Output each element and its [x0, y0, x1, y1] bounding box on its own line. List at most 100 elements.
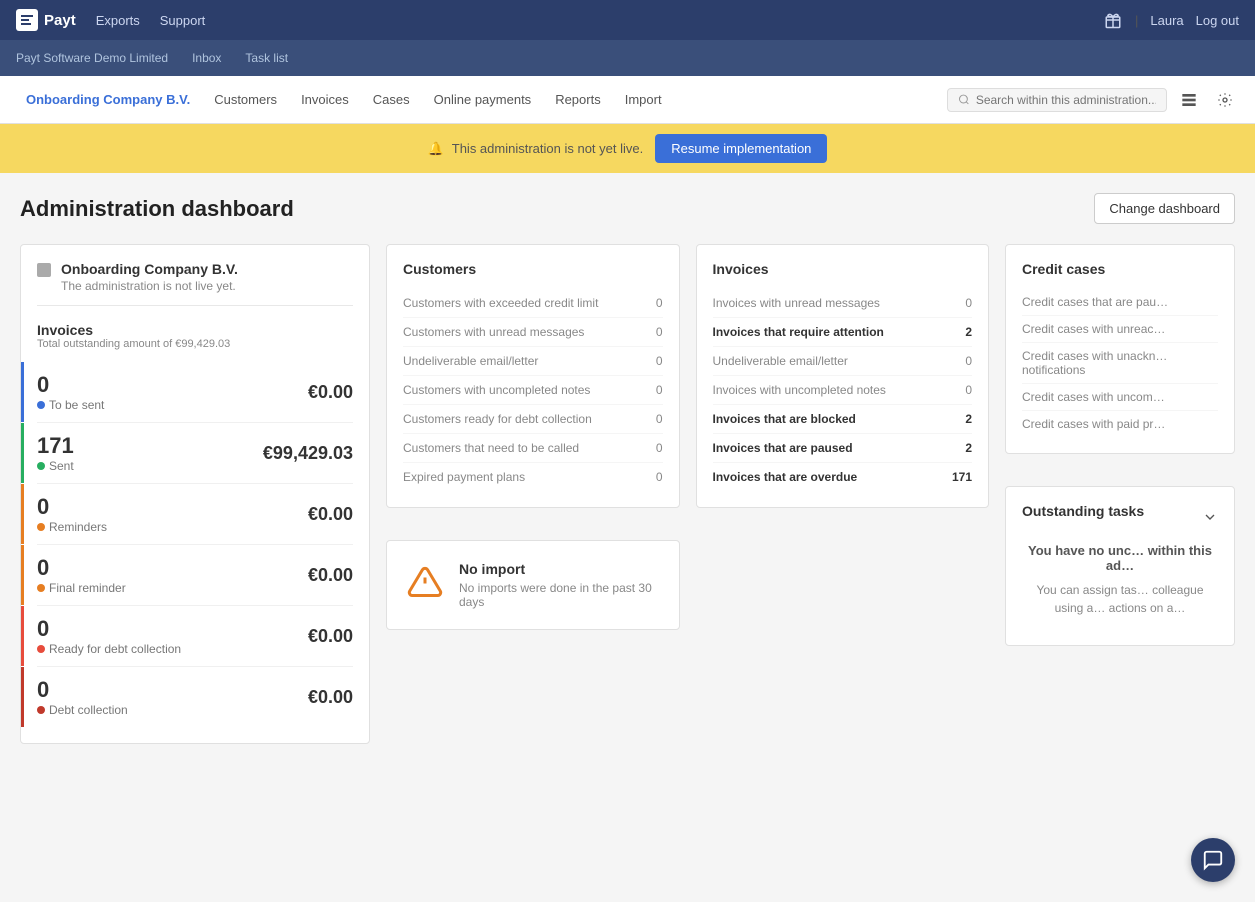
middle-right-column: Invoices Invoices with unread messages 0… — [696, 244, 990, 744]
invoice-row-bar — [21, 667, 24, 727]
invoice-row-left: 0 Final reminder — [37, 555, 126, 595]
invoice-panel-item[interactable]: Invoices that are paused 2 — [713, 434, 973, 463]
invoice-amount: €99,429.03 — [263, 443, 353, 464]
invoices-section: Invoices Total outstanding amount of €99… — [37, 322, 353, 727]
logo[interactable]: Payt — [16, 9, 76, 31]
invoice-row-left: 0 Debt collection — [37, 677, 128, 717]
company-header: Onboarding Company B.V. The administrati… — [37, 261, 353, 306]
customer-item-value: 0 — [656, 354, 663, 368]
status-dot — [37, 462, 45, 470]
invoice-label: To be sent — [37, 398, 104, 412]
logout-link[interactable]: Log out — [1196, 13, 1239, 28]
invoice-panel-item[interactable]: Invoices that are overdue 171 — [713, 463, 973, 491]
company-icon — [37, 263, 51, 277]
support-link[interactable]: Support — [160, 13, 206, 28]
no-import-info: No import No imports were done in the pa… — [459, 561, 659, 609]
customers-list: Customers with exceeded credit limit 0 C… — [403, 289, 663, 491]
customer-item[interactable]: Customers that need to be called 0 — [403, 434, 663, 463]
status-dot — [37, 523, 45, 531]
nav-import[interactable]: Import — [615, 88, 672, 111]
customer-item-value: 0 — [656, 383, 663, 397]
dashboard-title: Administration dashboard — [20, 196, 294, 222]
nav-customers[interactable]: Customers — [204, 88, 287, 111]
top-bar-left: Payt Exports Support — [16, 9, 205, 31]
invoice-panel-item[interactable]: Undeliverable email/letter 0 — [713, 347, 973, 376]
customer-item[interactable]: Customers ready for debt collection 0 — [403, 405, 663, 434]
nav-onboarding[interactable]: Onboarding Company B.V. — [16, 88, 200, 111]
tasklist-link[interactable]: Task list — [245, 51, 288, 65]
nav-reports[interactable]: Reports — [545, 88, 611, 111]
change-dashboard-button[interactable]: Change dashboard — [1094, 193, 1235, 224]
customer-item[interactable]: Undeliverable email/letter 0 — [403, 347, 663, 376]
left-panel: Onboarding Company B.V. The administrati… — [20, 244, 370, 744]
nav-cases[interactable]: Cases — [363, 88, 420, 111]
invoice-count: 0 — [37, 494, 107, 520]
tasks-content: You have no unc… within this ad… You can… — [1022, 531, 1218, 629]
invoice-row-bar — [21, 606, 24, 666]
invoice-row[interactable]: 171 Sent €99,429.03 — [37, 423, 353, 484]
invoice-row[interactable]: 0 Reminders €0.00 — [37, 484, 353, 545]
invoice-count: 0 — [37, 677, 128, 703]
invoice-amount: €0.00 — [308, 626, 353, 647]
invoice-count: 0 — [37, 372, 104, 398]
credit-item[interactable]: Credit cases with unackn… notifications — [1022, 343, 1218, 384]
chevron-down-icon[interactable] — [1202, 505, 1218, 529]
top-bar-right: | Laura Log out — [1103, 10, 1239, 30]
credit-item-label: Credit cases with uncom… — [1022, 390, 1218, 404]
customer-item-label: Customers with unread messages — [403, 325, 584, 339]
credit-item[interactable]: Credit cases that are pau… — [1022, 289, 1218, 316]
resume-implementation-button[interactable]: Resume implementation — [655, 134, 827, 163]
company-info: Onboarding Company B.V. The administrati… — [61, 261, 238, 293]
user-name[interactable]: Laura — [1150, 13, 1183, 28]
invoice-row-bar — [21, 545, 24, 605]
search-input[interactable] — [976, 93, 1156, 107]
invoices-panel-title: Invoices — [713, 261, 973, 277]
invoice-panel-item[interactable]: Invoices with uncompleted notes 0 — [713, 376, 973, 405]
tasks-header: Outstanding tasks — [1022, 503, 1218, 531]
settings-icon[interactable] — [1211, 86, 1239, 114]
tasks-text: You can assign tas… colleague using a… a… — [1022, 581, 1218, 617]
tasks-title: Outstanding tasks — [1022, 503, 1144, 519]
invoice-panel-item[interactable]: Invoices with unread messages 0 — [713, 289, 973, 318]
nav-invoices[interactable]: Invoices — [291, 88, 359, 111]
invoice-row[interactable]: 0 Debt collection €0.00 — [37, 667, 353, 727]
dashboard-grid: Onboarding Company B.V. The administrati… — [20, 244, 1235, 744]
customer-item[interactable]: Customers with exceeded credit limit 0 — [403, 289, 663, 318]
invoice-panel-item[interactable]: Invoices that are blocked 2 — [713, 405, 973, 434]
company-name: Onboarding Company B.V. — [61, 261, 238, 277]
invoice-panel-item[interactable]: Invoices that require attention 2 — [713, 318, 973, 347]
credit-item[interactable]: Credit cases with unreac… — [1022, 316, 1218, 343]
credit-item[interactable]: Credit cases with paid pr… — [1022, 411, 1218, 437]
search-box[interactable] — [947, 88, 1167, 112]
no-import-title: No import — [459, 561, 659, 577]
gift-icon[interactable] — [1103, 10, 1123, 30]
alert-text: 🔔 This administration is not yet live. — [428, 141, 644, 157]
customer-item[interactable]: Expired payment plans 0 — [403, 463, 663, 491]
chat-button[interactable] — [1191, 838, 1235, 882]
list-icon[interactable] — [1175, 86, 1203, 114]
invoice-row[interactable]: 0 Final reminder €0.00 — [37, 545, 353, 606]
invoice-item-label: Invoices that require attention — [713, 325, 884, 339]
invoice-item-label: Invoices with unread messages — [713, 296, 880, 310]
company-link[interactable]: Payt Software Demo Limited — [16, 51, 168, 65]
invoice-item-value: 0 — [965, 296, 972, 310]
invoice-item-label: Invoices that are paused — [713, 441, 853, 455]
inbox-link[interactable]: Inbox — [192, 51, 221, 65]
nav-online-payments[interactable]: Online payments — [424, 88, 542, 111]
customer-item-label: Undeliverable email/letter — [403, 354, 538, 368]
logo-icon — [16, 9, 38, 31]
customer-item[interactable]: Customers with uncompleted notes 0 — [403, 376, 663, 405]
customer-item-value: 0 — [656, 412, 663, 426]
exports-link[interactable]: Exports — [96, 13, 140, 28]
customer-item[interactable]: Customers with unread messages 0 — [403, 318, 663, 347]
invoice-row[interactable]: 0 To be sent €0.00 — [37, 362, 353, 423]
invoice-row[interactable]: 0 Ready for debt collection €0.00 — [37, 606, 353, 667]
invoices-panel: Invoices Invoices with unread messages 0… — [696, 244, 990, 508]
search-icon — [958, 93, 970, 106]
invoice-amount: €0.00 — [308, 565, 353, 586]
status-dot — [37, 645, 45, 653]
customers-panel: Customers Customers with exceeded credit… — [386, 244, 680, 508]
credit-item[interactable]: Credit cases with uncom… — [1022, 384, 1218, 411]
customer-item-value: 0 — [656, 470, 663, 484]
bell-icon: 🔔 — [428, 141, 444, 157]
